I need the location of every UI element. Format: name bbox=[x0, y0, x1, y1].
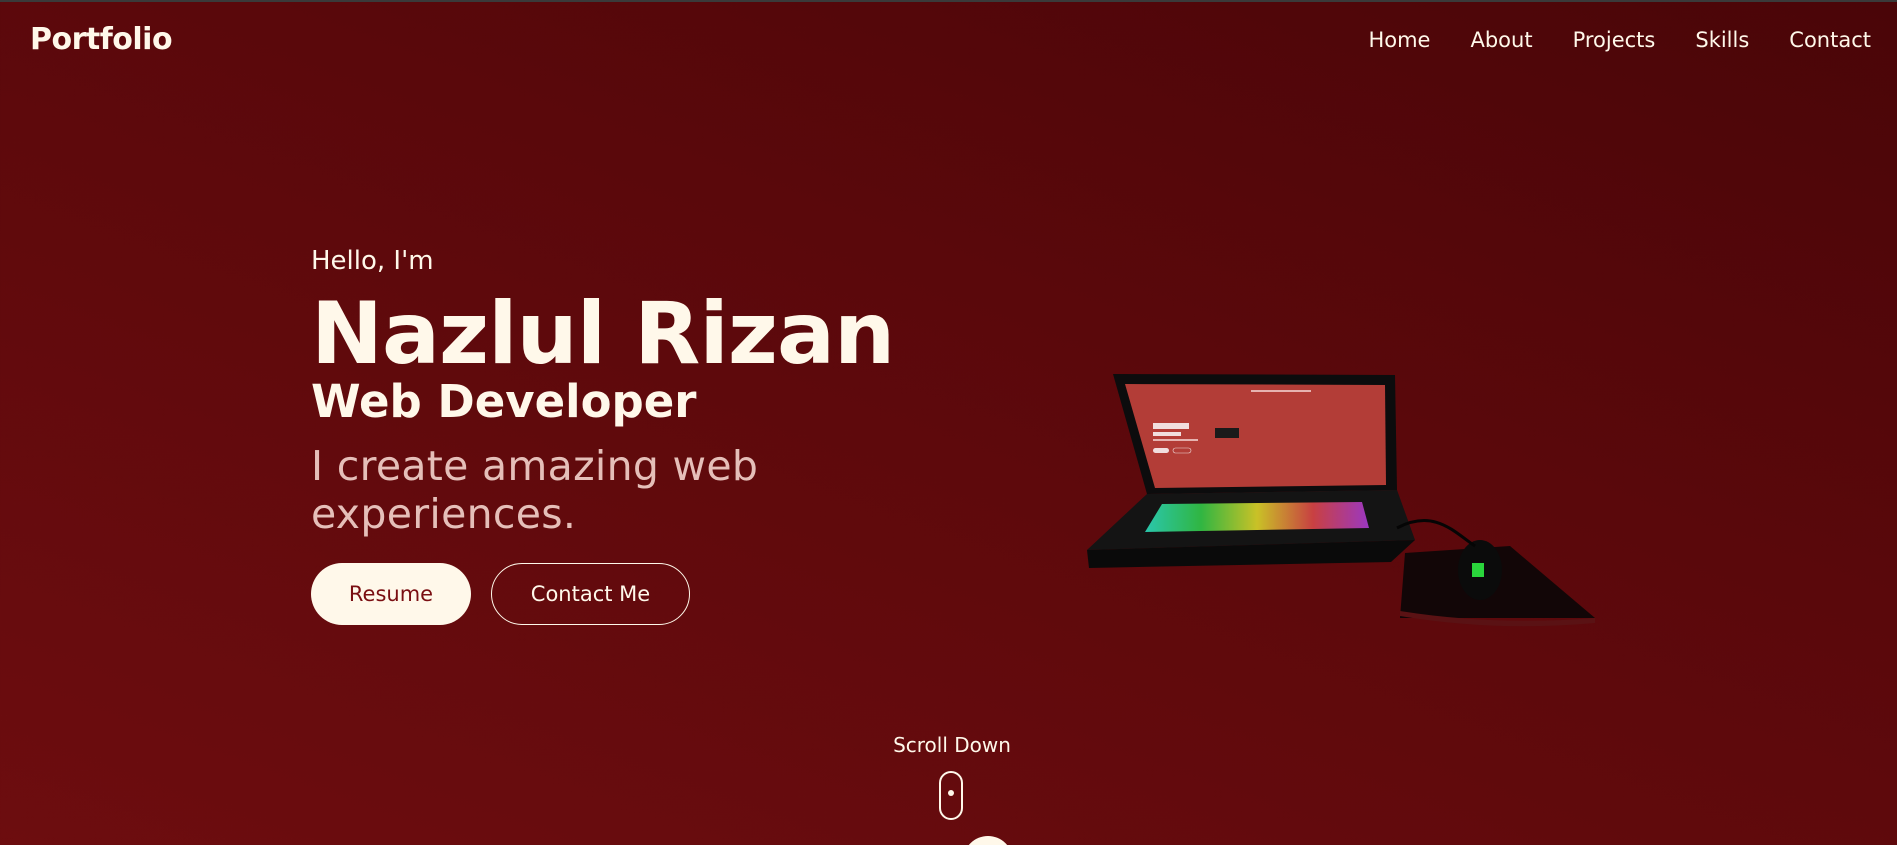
contact-me-button[interactable]: Contact Me bbox=[491, 563, 690, 625]
hero-greeting: Hello, I'm bbox=[311, 246, 434, 276]
scroll-down-label: Scroll Down bbox=[893, 733, 1011, 757]
hero-actions: Resume Contact Me bbox=[311, 563, 690, 625]
laptop-icon bbox=[1087, 374, 1595, 627]
brand-logo[interactable]: Portfolio bbox=[30, 22, 173, 57]
nav-link-home[interactable]: Home bbox=[1368, 28, 1430, 52]
nav-links: Home About Projects Skills Contact bbox=[1368, 28, 1871, 52]
navbar: Portfolio Home About Projects Skills Con… bbox=[0, 0, 1897, 84]
nav-link-skills[interactable]: Skills bbox=[1695, 28, 1749, 52]
hero-role: Web Developer bbox=[311, 375, 697, 428]
scroll-dot bbox=[948, 790, 954, 796]
scroll-circle-icon[interactable] bbox=[963, 836, 1013, 845]
hero-section: Hello, I'm Nazlul Rizan Web Developer I … bbox=[311, 246, 1011, 538]
nav-link-contact[interactable]: Contact bbox=[1789, 28, 1871, 52]
mouse-scroll-icon[interactable] bbox=[939, 771, 963, 820]
laptop-illustration bbox=[1075, 368, 1595, 633]
hero-tagline: I create amazing web experiences. bbox=[311, 442, 759, 538]
nav-link-about[interactable]: About bbox=[1470, 28, 1532, 52]
hero-name: Nazlul Rizan bbox=[311, 284, 895, 384]
nav-link-projects[interactable]: Projects bbox=[1573, 28, 1656, 52]
resume-button[interactable]: Resume bbox=[311, 563, 471, 625]
